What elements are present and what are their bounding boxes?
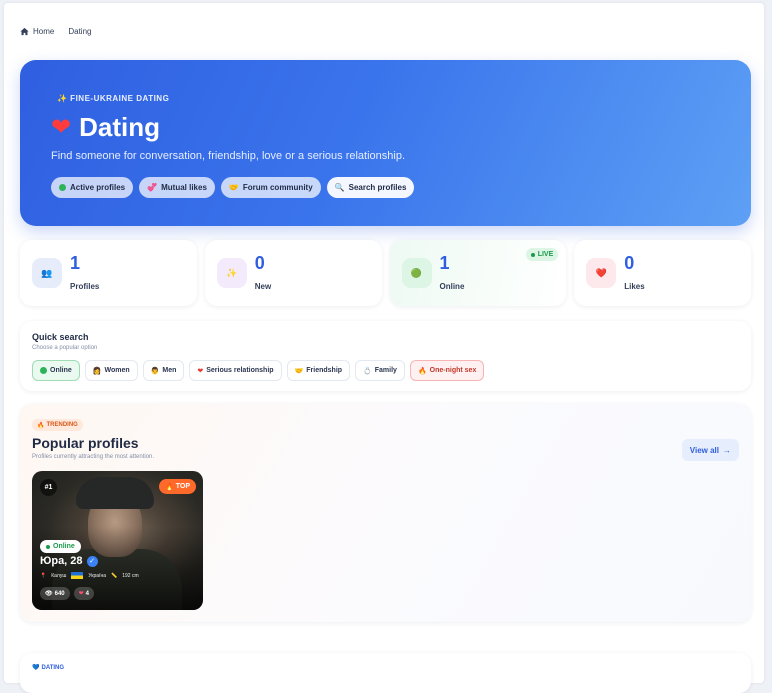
chip-friendship[interactable]: 🤝 Friendship — [286, 360, 351, 381]
dating-section: 💙 DATING — [20, 653, 751, 693]
arrow-right-icon: → — [723, 445, 731, 455]
live-dot-icon — [530, 252, 535, 257]
forum-community-pill[interactable]: 🤝 Forum community — [220, 177, 321, 198]
stats-row: 👥 1 Profiles ✨ 0 New 🟢 1 Online LIVE ❤️ … — [20, 240, 751, 306]
trending-badge: 🔥 TRENDING — [32, 419, 83, 431]
verified-check-icon: ✓ — [86, 555, 98, 567]
quick-search-title: Quick search — [32, 332, 89, 342]
profile-name: Юра, 28 ✓ — [40, 555, 98, 567]
quick-search-hint: Choose a popular option — [32, 345, 98, 351]
sparkles-icon: ✨ — [216, 258, 247, 288]
stat-card-online[interactable]: 🟢 1 Online LIVE — [389, 240, 567, 306]
live-badge: LIVE — [525, 248, 559, 261]
quick-search-panel: Quick search Choose a popular option Onl… — [20, 321, 751, 391]
hero-subtitle: Find someone for conversation, friendshi… — [51, 150, 406, 162]
chip-online[interactable]: Online — [32, 360, 80, 381]
ukraine-flag-icon — [71, 572, 84, 579]
chip-one-night-sex[interactable]: 🔥 One-night sex — [409, 360, 485, 381]
stat-value: 0 — [624, 253, 635, 273]
man-icon: 👨 — [150, 367, 160, 375]
blue-heart-icon: 💙 — [32, 665, 40, 671]
page: Home Dating ✨ FINE-UKRAINE DATING ❤ Dati… — [4, 3, 764, 693]
online-dot-icon — [46, 544, 50, 549]
profile-meta: 📍 Калуш Україна 📏 192 cm — [40, 572, 139, 579]
fire-icon: 🔥 — [417, 367, 427, 375]
heart-icon: ❤ — [51, 114, 72, 141]
people-icon: 👥 — [32, 258, 62, 288]
green-dot-icon: 🟢 — [401, 258, 432, 288]
breadcrumb: Home Dating — [20, 27, 91, 36]
mutual-likes-pill[interactable]: 💞 Mutual likes — [139, 177, 215, 198]
stat-card-new[interactable]: ✨ 0 New — [204, 240, 382, 306]
online-status-badge: Online — [40, 540, 81, 553]
breadcrumb-home[interactable]: Home — [20, 27, 54, 36]
search-profiles-button[interactable]: 🔍 Search profiles — [326, 177, 415, 198]
search-icon: 🔍 — [334, 183, 345, 192]
profile-stats: 👁 640 ❤ 4 — [40, 587, 95, 600]
quick-search-chips: Online 👩 Women 👨 Men ❤ Serious relationship… — [32, 360, 485, 381]
handshake-icon: 🤝 — [294, 367, 304, 375]
profile-card[interactable]: #1 🔥 TOP Online Юра, 28 ✓ 📍 Калуш Україна… — [32, 471, 203, 610]
fire-icon: 🔥 — [37, 422, 45, 429]
stat-label: New — [254, 282, 272, 291]
profile-country: Україна — [88, 572, 106, 579]
likes-count: ❤ 4 — [73, 587, 95, 600]
location-pin-icon: 📍 — [40, 572, 47, 579]
stat-value: 0 — [254, 253, 265, 273]
popular-profiles-section: 🔥 TRENDING Popular profiles Profiles curr… — [20, 404, 751, 622]
stat-label: Profiles — [70, 282, 100, 291]
fire-icon: 🔥 — [165, 483, 174, 491]
stat-value: 1 — [70, 253, 81, 273]
chip-family[interactable]: 💍 Family — [355, 360, 405, 381]
hero-pills: Active profiles 💞 Mutual likes 🤝 Forum c… — [51, 177, 415, 198]
rank-badge: #1 — [40, 479, 57, 496]
breadcrumb-current: Dating — [68, 27, 92, 36]
view-all-button[interactable]: View all → — [681, 439, 739, 461]
stat-label: Likes — [624, 282, 645, 291]
ring-icon: 💍 — [363, 367, 372, 375]
heart-icon: ❤ — [197, 367, 204, 375]
stat-card-likes[interactable]: ❤️ 0 Likes — [574, 240, 751, 306]
hearts-icon: 💞 — [147, 183, 158, 192]
stat-label: Online — [439, 282, 465, 291]
page-title: ❤ Dating — [51, 112, 160, 142]
profile-height: 192 cm — [122, 572, 139, 579]
top-badge: 🔥 TOP — [159, 479, 196, 494]
home-icon — [20, 27, 29, 36]
chip-serious-relationship[interactable]: ❤ Serious relationship — [189, 360, 282, 381]
woman-icon: 👩 — [92, 367, 102, 375]
chip-men[interactable]: 👨 Men — [142, 360, 185, 381]
ruler-icon: 📏 — [111, 572, 118, 579]
active-profiles-pill[interactable]: Active profiles — [51, 177, 134, 198]
views-count: 👁 640 — [40, 587, 70, 600]
hero-banner: ✨ FINE-UKRAINE DATING ❤ Dating Find some… — [20, 60, 751, 226]
hero-eyebrow: ✨ FINE-UKRAINE DATING — [57, 94, 170, 103]
stat-card-profiles[interactable]: 👥 1 Profiles — [20, 240, 197, 306]
section-description: Profiles currently attracting the most a… — [32, 454, 155, 460]
green-dot-icon — [59, 184, 66, 191]
chip-women[interactable]: 👩 Women — [84, 360, 138, 381]
heart-icon: ❤️ — [586, 258, 617, 288]
community-icon: 🤝 — [228, 183, 239, 192]
profile-city: Калуш — [51, 572, 67, 579]
green-dot-icon — [40, 367, 47, 374]
section-title: Popular profiles — [32, 435, 139, 451]
eye-icon: 👁 — [45, 591, 53, 597]
dating-badge: 💙 DATING — [32, 664, 65, 672]
stat-value: 1 — [439, 253, 450, 273]
heart-icon: ❤ — [78, 591, 84, 597]
